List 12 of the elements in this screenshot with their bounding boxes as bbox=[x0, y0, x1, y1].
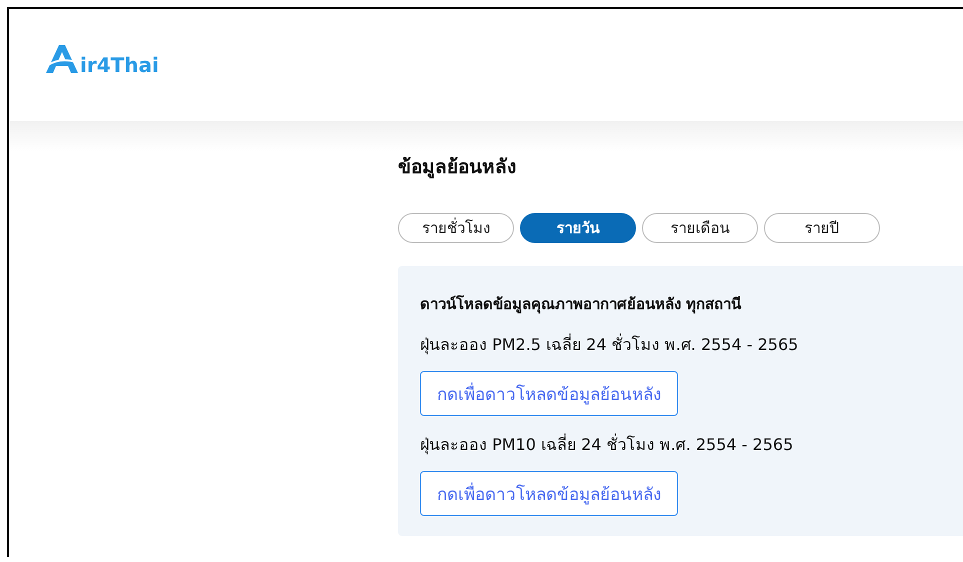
dataset-label: ฝุ่นละออง PM10 เฉลี่ย 24 ชั่วโมง พ.ศ. 2554 - 2565 bbox=[420, 432, 794, 456]
download-button[interactable]: กดเพื่อดาวโหลดข้อมูลย้อนหลัง bbox=[420, 471, 678, 516]
panel-heading: ดาวน์โหลดข้อมูลคุณภาพอากาศย้อนหลัง ทุกสถานี bbox=[420, 294, 742, 316]
logo-text: ir4Thai bbox=[80, 55, 159, 75]
period-tab[interactable]: รายเดือน bbox=[642, 213, 758, 243]
period-tab[interactable]: รายวัน bbox=[520, 213, 636, 243]
download-button[interactable]: กดเพื่อดาวโหลดข้อมูลย้อนหลัง bbox=[420, 371, 678, 416]
period-tab[interactable]: รายปี bbox=[764, 213, 880, 243]
dataset-label: ฝุ่นละออง PM2.5 เฉลี่ย 24 ชั่วโมง พ.ศ. 2554 - 2565 bbox=[420, 332, 800, 356]
logo-icon bbox=[45, 43, 79, 75]
period-tab[interactable]: รายชั่วโมง bbox=[398, 213, 514, 243]
section-title: ข้อมูลย้อนหลัง bbox=[398, 155, 517, 180]
